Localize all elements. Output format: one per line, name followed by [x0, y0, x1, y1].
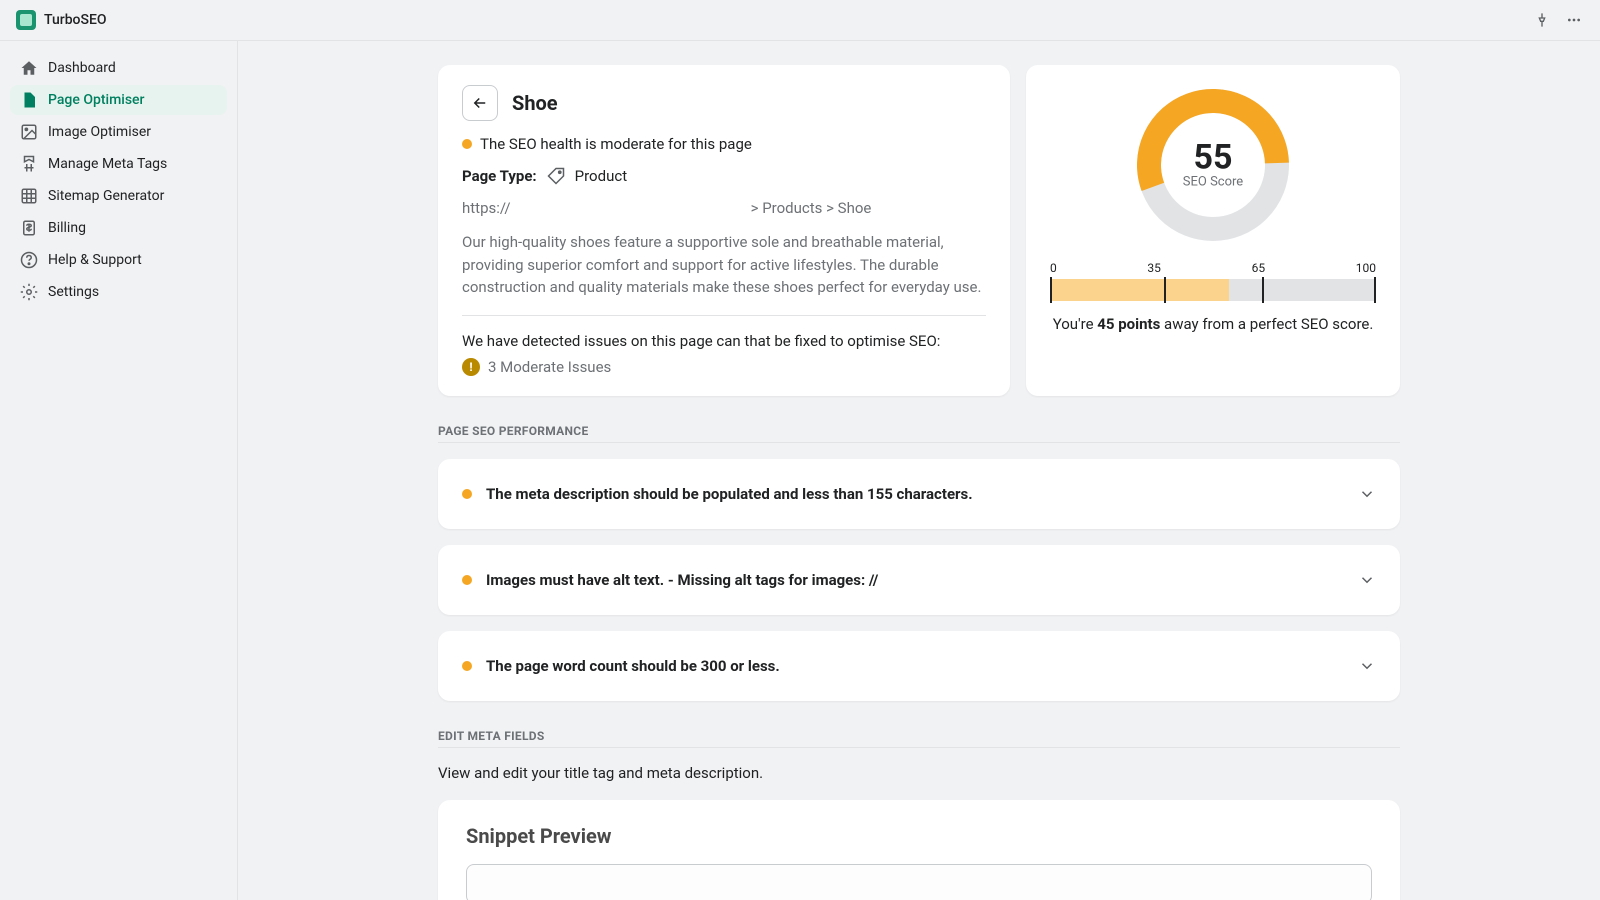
- sidebar-item-label: Dashboard: [48, 60, 116, 76]
- seo-score-value: 55: [1183, 141, 1243, 175]
- main-content: Shoe The SEO health is moderate for this…: [238, 41, 1600, 900]
- performance-issue-item[interactable]: Images must have alt text. - Missing alt…: [438, 545, 1400, 615]
- status-dot-icon: [462, 489, 472, 499]
- scale-label-min: 0: [1050, 261, 1057, 275]
- seo-score-scale: 0 35 65 100: [1050, 261, 1376, 301]
- home-icon: [20, 59, 38, 77]
- back-button[interactable]: [462, 85, 498, 121]
- seo-score-message: You're 45 points away from a perfect SEO…: [1053, 313, 1374, 336]
- edit-meta-description: View and edit your title tag and meta de…: [438, 764, 1400, 782]
- performance-issue-title: The page word count should be 300 or les…: [486, 657, 1344, 675]
- performance-issue-item[interactable]: The meta description should be populated…: [438, 459, 1400, 529]
- pin-icon[interactable]: [1532, 10, 1552, 30]
- app-name: TurboSEO: [44, 12, 107, 28]
- performance-issue-title: Images must have alt text. - Missing alt…: [486, 571, 1344, 589]
- status-dot-icon: [462, 661, 472, 671]
- scale-fill: [1050, 279, 1229, 301]
- more-icon[interactable]: [1564, 10, 1584, 30]
- sidebar-item-image-optimiser[interactable]: Image Optimiser: [10, 117, 227, 147]
- snippet-title-input[interactable]: [466, 864, 1372, 900]
- sidebar-item-manage-meta-tags[interactable]: Manage Meta Tags: [10, 149, 227, 179]
- page-breadcrumb: > Products > Shoe: [751, 199, 872, 217]
- page-icon: [20, 91, 38, 109]
- performance-issue-title: The meta description should be populated…: [486, 485, 1344, 503]
- arrow-left-icon: [471, 94, 489, 112]
- sidebar-item-sitemap-generator[interactable]: Sitemap Generator: [10, 181, 227, 211]
- page-url-protocol: https://: [462, 199, 511, 217]
- performance-issue-item[interactable]: The page word count should be 300 or les…: [438, 631, 1400, 701]
- issues-row: ! 3 Moderate Issues: [462, 358, 986, 376]
- scale-tick: [1050, 277, 1052, 303]
- settings-icon: [20, 283, 38, 301]
- sidebar-item-help-support[interactable]: Help & Support: [10, 245, 227, 275]
- page-title: Shoe: [512, 91, 558, 115]
- top-bar-right: [1532, 10, 1584, 30]
- help-icon: [20, 251, 38, 269]
- sidebar: Dashboard Page Optimiser Image Optimiser…: [0, 41, 238, 900]
- app-logo: [16, 10, 36, 30]
- page-summary-card: Shoe The SEO health is moderate for this…: [438, 65, 1010, 396]
- status-dot-icon: [462, 139, 472, 149]
- seo-score-label: SEO Score: [1183, 175, 1243, 190]
- chevron-down-icon: [1358, 571, 1376, 589]
- chevron-down-icon: [1358, 657, 1376, 675]
- scale-label-q2: 65: [1252, 261, 1266, 275]
- sidebar-item-page-optimiser[interactable]: Page Optimiser: [10, 85, 227, 115]
- sidebar-item-settings[interactable]: Settings: [10, 277, 227, 307]
- page-type-label: Page Type:: [462, 167, 537, 185]
- warning-badge-icon: !: [462, 358, 480, 376]
- page-type-row: Page Type: Product: [462, 167, 986, 185]
- scale-label-max: 100: [1356, 261, 1376, 275]
- snippet-preview-title: Snippet Preview: [466, 824, 1372, 848]
- sidebar-item-label: Manage Meta Tags: [48, 156, 167, 172]
- billing-icon: [20, 219, 38, 237]
- scale-tick: [1374, 277, 1376, 303]
- page-url-row: https:// > Products > Shoe: [462, 199, 986, 217]
- status-dot-icon: [462, 575, 472, 585]
- sidebar-item-label: Help & Support: [48, 252, 142, 268]
- seo-score-card: 55 SEO Score 0 35 65 100: [1026, 65, 1400, 396]
- section-header-performance: PAGE SEO PERFORMANCE: [438, 424, 1400, 443]
- scale-tick: [1164, 277, 1166, 303]
- scale-label-q1: 35: [1147, 261, 1161, 275]
- sitemap-icon: [20, 187, 38, 205]
- page-type-value: Product: [575, 167, 627, 185]
- snippet-preview-card: Snippet Preview: [438, 800, 1400, 900]
- section-header-edit-meta: EDIT META FIELDS: [438, 729, 1400, 748]
- seo-health-row: The SEO health is moderate for this page: [462, 135, 986, 153]
- issues-count-text: 3 Moderate Issues: [488, 358, 611, 376]
- sidebar-item-billing[interactable]: Billing: [10, 213, 227, 243]
- top-bar: TurboSEO: [0, 0, 1600, 41]
- sidebar-item-label: Page Optimiser: [48, 92, 144, 108]
- metatag-icon: [20, 155, 38, 173]
- chevron-down-icon: [1358, 485, 1376, 503]
- issues-intro: We have detected issues on this page can…: [462, 332, 986, 350]
- sidebar-item-dashboard[interactable]: Dashboard: [10, 53, 227, 83]
- image-icon: [20, 123, 38, 141]
- seo-score-gauge: 55 SEO Score: [1133, 85, 1293, 245]
- seo-health-text: The SEO health is moderate for this page: [480, 135, 752, 153]
- sidebar-item-label: Billing: [48, 220, 86, 236]
- sidebar-item-label: Image Optimiser: [48, 124, 151, 140]
- page-description: Our high-quality shoes feature a support…: [462, 231, 986, 316]
- top-bar-left: TurboSEO: [16, 10, 107, 30]
- tag-icon: [547, 167, 565, 185]
- sidebar-item-label: Settings: [48, 284, 99, 300]
- sidebar-item-label: Sitemap Generator: [48, 188, 164, 204]
- scale-tick: [1262, 277, 1264, 303]
